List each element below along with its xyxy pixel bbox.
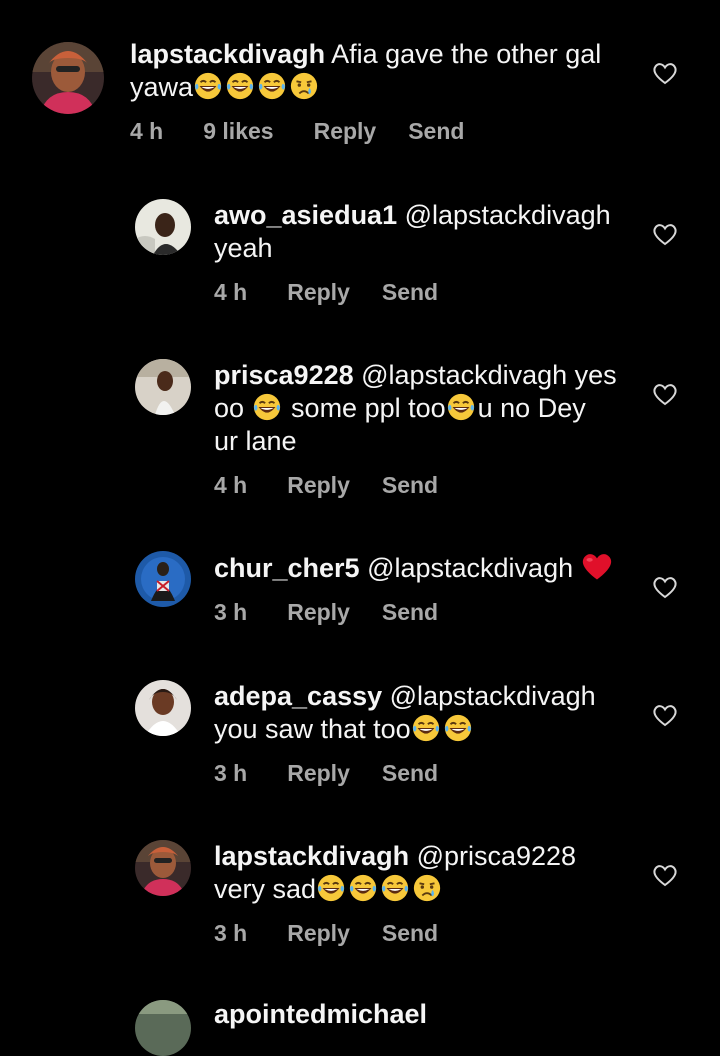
grin-tears-emoji xyxy=(316,873,346,903)
heart-icon[interactable] xyxy=(652,703,678,727)
grin-tears-emoji xyxy=(252,392,282,422)
heart-icon[interactable] xyxy=(652,382,678,406)
username[interactable]: lapstackdivagh xyxy=(130,39,325,69)
username[interactable]: chur_cher5 xyxy=(214,553,360,583)
comment-meta: 4 h Reply Send xyxy=(214,279,438,306)
reply-button[interactable]: Reply xyxy=(287,279,350,306)
reply-button[interactable]: Reply xyxy=(314,118,377,145)
comment-text: chur_cher5 @lapstackdivagh xyxy=(214,551,634,585)
comment-meta: 4 h 9 likes Reply Send xyxy=(130,118,464,145)
reply-button[interactable]: Reply xyxy=(287,760,350,787)
comment-meta: 3 h Reply Send xyxy=(214,760,438,787)
reply-button[interactable]: Reply xyxy=(287,472,350,499)
grin-tears-emoji xyxy=(446,392,476,422)
avatar[interactable] xyxy=(135,1000,191,1056)
comment-text: awo_asiedua1 @lapstackdivagh yeah xyxy=(214,200,611,263)
avatar[interactable] xyxy=(135,680,191,736)
username[interactable]: prisca9228 xyxy=(214,360,354,390)
avatar[interactable] xyxy=(135,551,191,607)
timestamp: 3 h xyxy=(214,760,248,786)
crying-emoji xyxy=(412,873,442,903)
reply-button[interactable]: Reply xyxy=(287,920,350,947)
red-heart-emoji xyxy=(581,551,613,581)
send-button[interactable]: Send xyxy=(382,599,438,626)
username[interactable]: apointedmichael xyxy=(214,999,427,1029)
send-button[interactable]: Send xyxy=(382,472,438,499)
avatar[interactable] xyxy=(135,199,191,255)
grin-tears-emoji xyxy=(348,873,378,903)
grin-tears-emoji xyxy=(443,713,473,743)
avatar[interactable] xyxy=(32,42,104,114)
timestamp: 4 h xyxy=(130,118,164,144)
grin-tears-emoji xyxy=(380,873,410,903)
timestamp: 3 h xyxy=(214,920,248,946)
grin-tears-emoji xyxy=(411,713,441,743)
send-button[interactable]: Send xyxy=(382,279,438,306)
send-button[interactable]: Send xyxy=(382,920,438,947)
reply-button[interactable]: Reply xyxy=(287,599,350,626)
timestamp: 3 h xyxy=(214,599,248,625)
comment-text: adepa_cassy @lapstackdivagh you saw that… xyxy=(214,681,596,744)
username[interactable]: adepa_cassy xyxy=(214,681,382,711)
crying-emoji xyxy=(289,71,319,101)
comment-text: apointedmichael xyxy=(214,998,634,1031)
comment-meta: 3 h Reply Send xyxy=(214,920,438,947)
grin-tears-emoji xyxy=(193,71,223,101)
username[interactable]: awo_asiedua1 xyxy=(214,200,397,230)
avatar[interactable] xyxy=(135,840,191,896)
send-button[interactable]: Send xyxy=(382,760,438,787)
send-button[interactable]: Send xyxy=(408,118,464,145)
grin-tears-emoji xyxy=(225,71,255,101)
comment-text: lapstackdivagh @prisca9228 very sad xyxy=(214,841,577,904)
comment-meta: 3 h Reply Send xyxy=(214,599,438,626)
grin-tears-emoji xyxy=(257,71,287,101)
timestamp: 4 h xyxy=(214,472,248,498)
username[interactable]: lapstackdivagh xyxy=(214,841,409,871)
comment-meta: 4 h Reply Send xyxy=(214,472,438,499)
heart-icon[interactable] xyxy=(652,575,678,599)
heart-icon[interactable] xyxy=(652,863,678,887)
heart-icon[interactable] xyxy=(652,61,678,85)
comment-text: prisca9228 @lapstackdivagh yes oo some p… xyxy=(214,360,617,456)
comment-text: lapstackdivagh Afia gave the other gal y… xyxy=(130,39,602,102)
avatar[interactable] xyxy=(135,359,191,415)
heart-icon[interactable] xyxy=(652,222,678,246)
likes-count[interactable]: 9 likes xyxy=(203,118,273,145)
timestamp: 4 h xyxy=(214,279,248,305)
